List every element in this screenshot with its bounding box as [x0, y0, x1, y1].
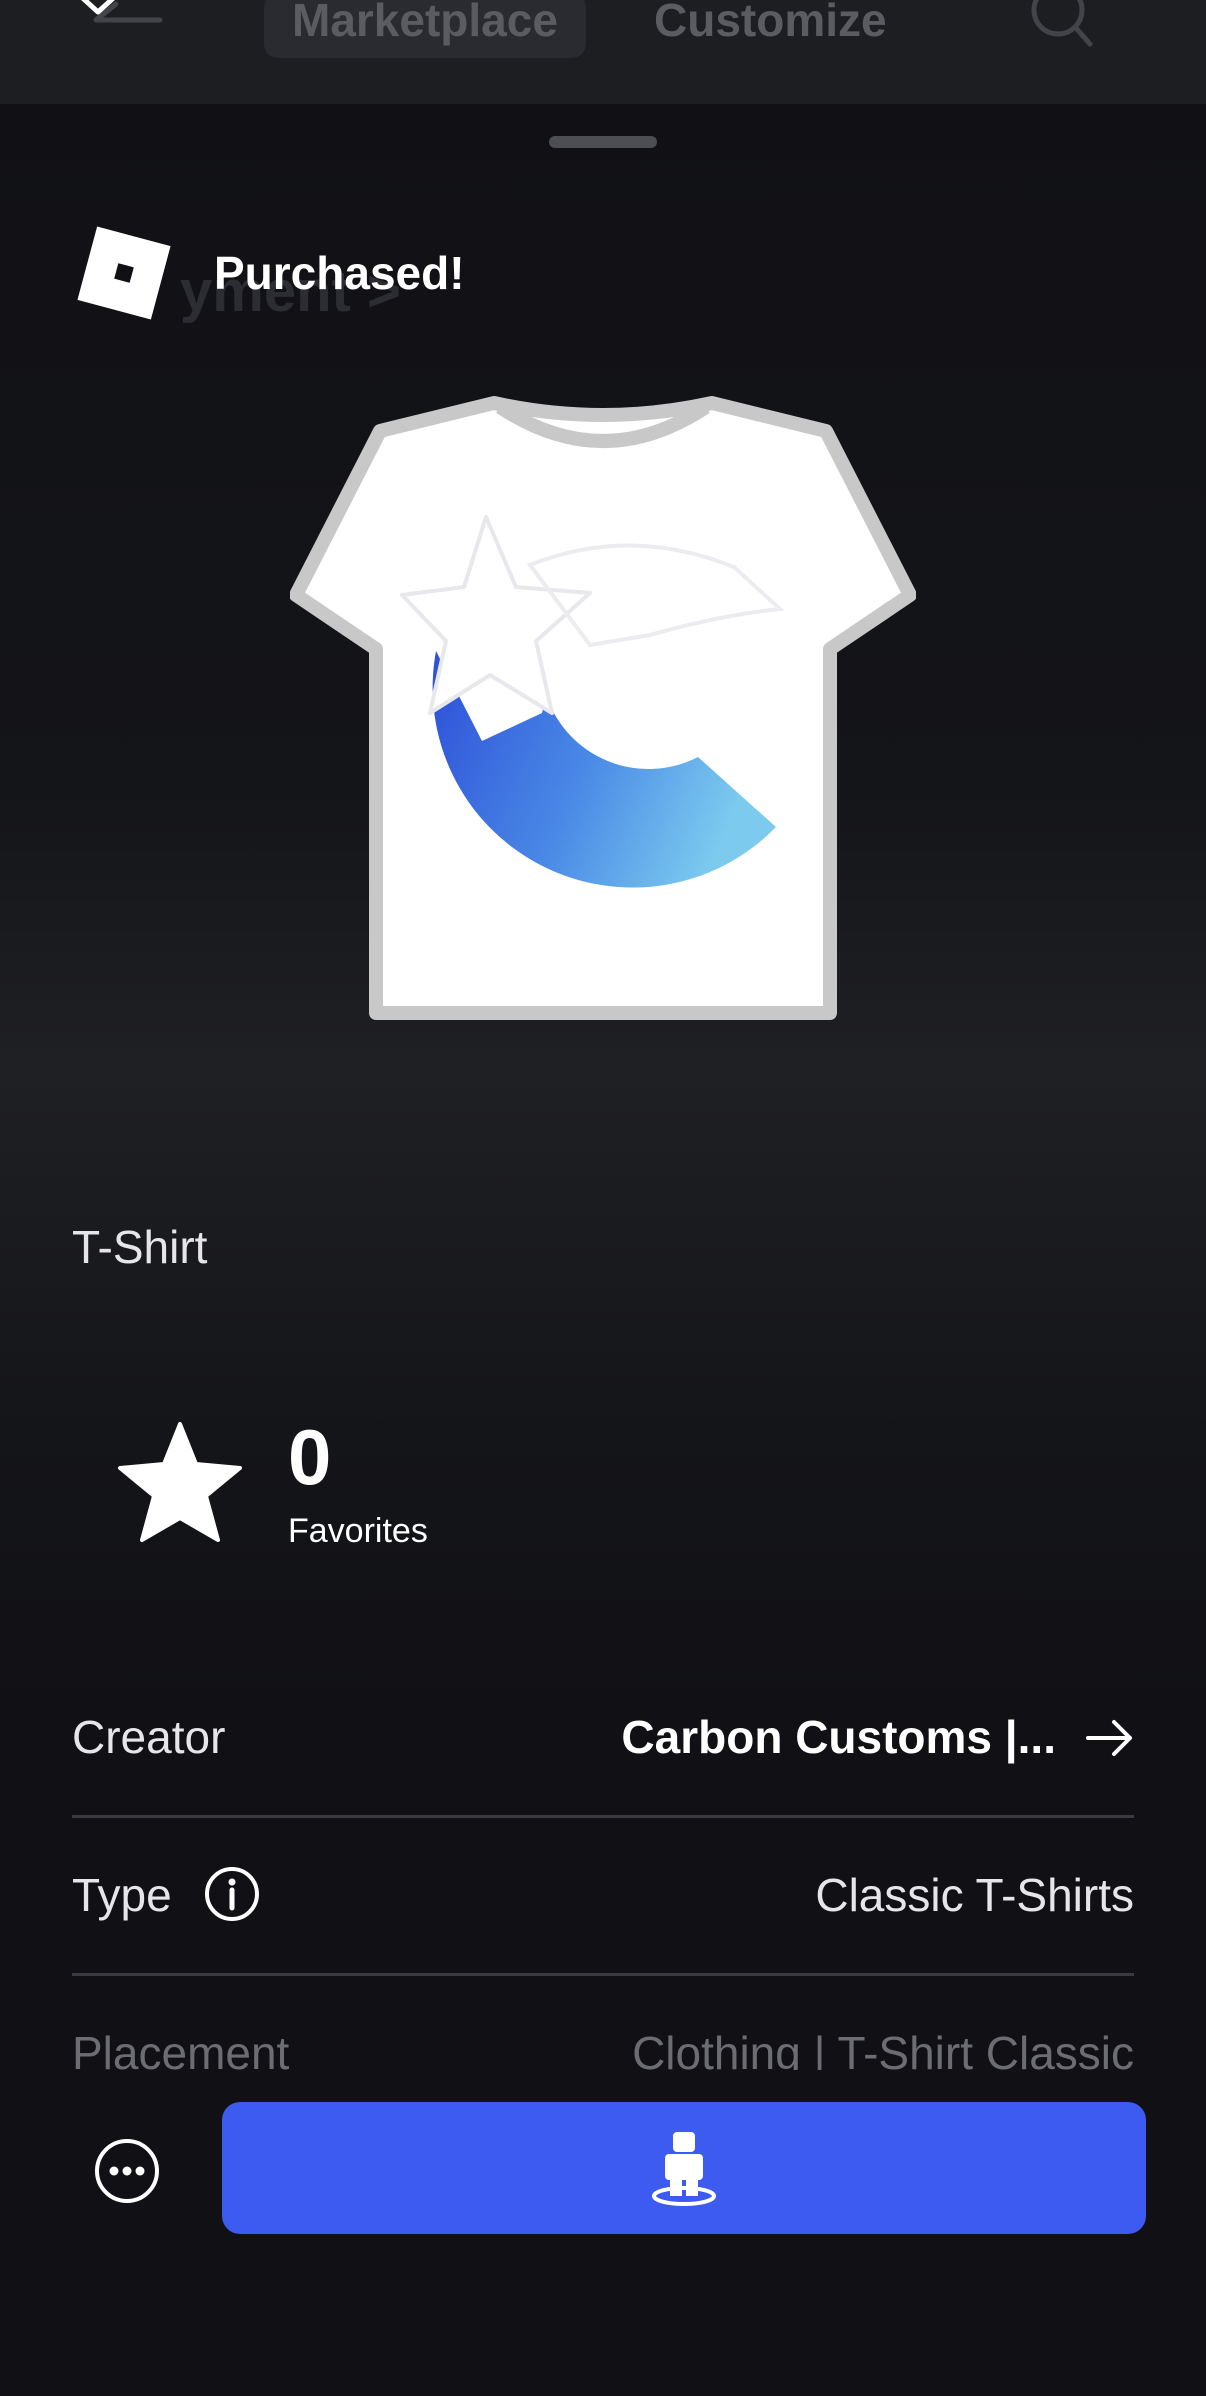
type-label: Type — [72, 1869, 172, 1921]
drag-handle[interactable] — [549, 136, 657, 148]
creator-label: Creator — [72, 1711, 226, 1763]
purchase-toast: Purchased! — [72, 218, 465, 328]
type-value: Classic T-Shirts — [815, 1869, 1134, 1921]
close-icon[interactable] — [70, 0, 130, 16]
favorites-count: 0 — [288, 1413, 332, 1501]
roblox-logo-icon — [77, 226, 171, 320]
type-row: Type Classic T-Shirts — [72, 1818, 1134, 1976]
star-icon[interactable] — [116, 1420, 244, 1544]
info-icon[interactable] — [204, 1866, 260, 1922]
try-on-button[interactable] — [222, 2102, 1146, 2234]
creator-name-link[interactable]: Carbon Customs |... — [621, 1710, 1056, 1764]
tab-customize: Customize — [654, 0, 887, 46]
avatar-try-on-icon — [652, 2132, 716, 2206]
more-icon[interactable] — [94, 2138, 160, 2204]
tshirt-image — [290, 396, 916, 1020]
search-icon — [1031, 0, 1093, 47]
arrow-right-icon[interactable] — [1086, 1718, 1134, 1758]
tab-marketplace: Marketplace — [264, 0, 586, 58]
background-top-bar: Marketplace Customize — [0, 0, 1206, 104]
item-type-label: T-Shirt — [72, 1221, 208, 1273]
toast-message: Purchased! — [214, 247, 465, 299]
creator-row[interactable]: Creator Carbon Customs |... — [72, 1660, 1134, 1818]
favorites-label: Favorites — [288, 1512, 428, 1550]
